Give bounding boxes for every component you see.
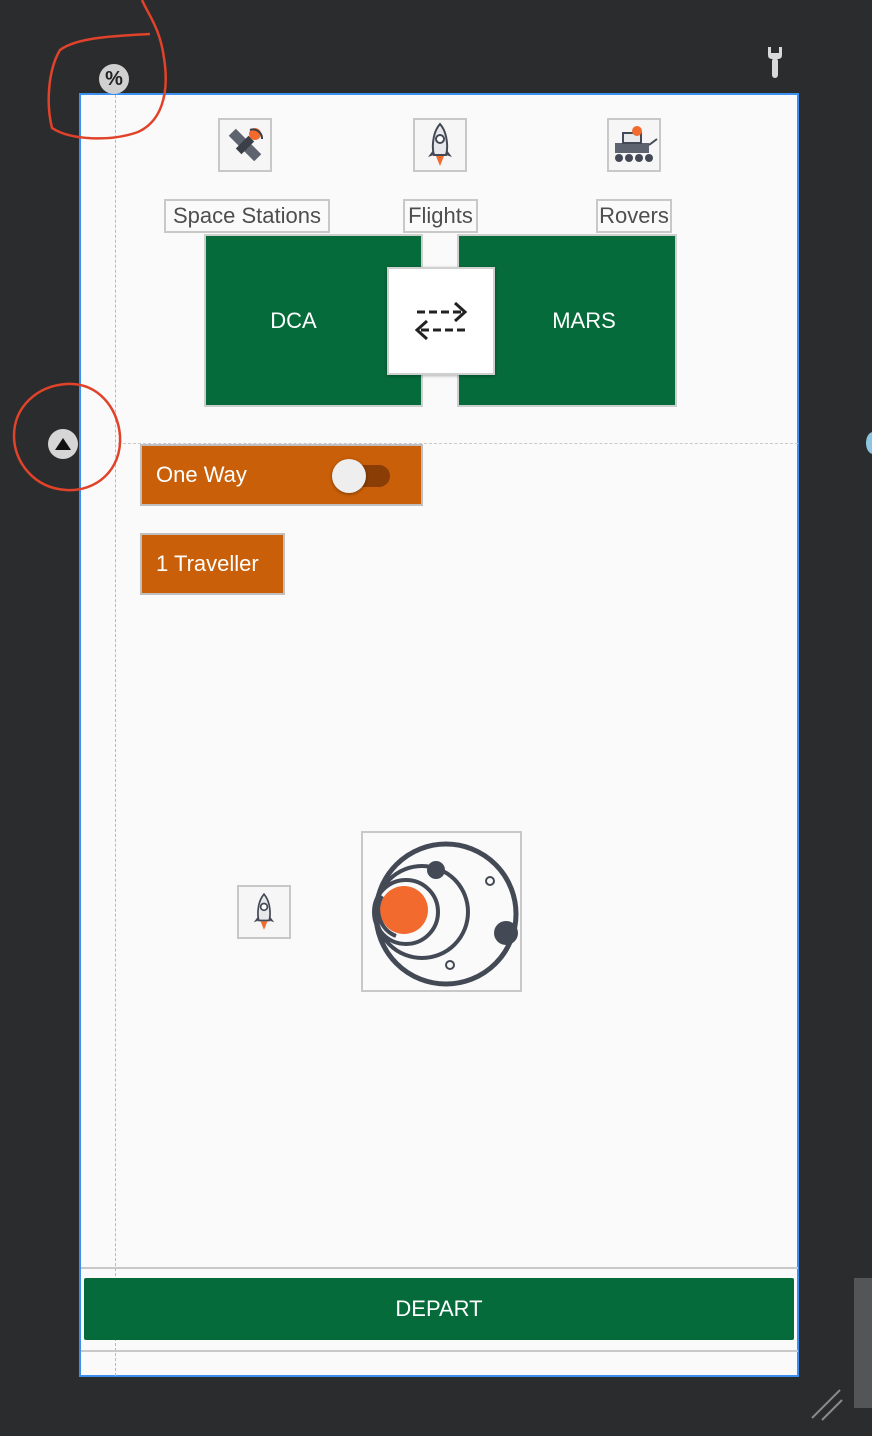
flights-icon-button[interactable] [413, 118, 467, 172]
depart-label: DEPART [395, 1296, 483, 1321]
destination-code: MARS [552, 307, 616, 333]
one-way-switch[interactable] [332, 459, 366, 493]
orbit-icon [371, 841, 518, 986]
one-way-label: One Way [156, 462, 247, 487]
one-way-toggle-row[interactable]: One Way [140, 444, 423, 506]
arrow-up-icon [55, 438, 71, 450]
rovers-icon-button[interactable] [607, 118, 661, 172]
tab-space-stations[interactable]: Space Stations [164, 199, 330, 233]
resize-grip-icon[interactable] [806, 1384, 846, 1424]
tab-flights[interactable]: Flights [403, 199, 478, 233]
planet-system-image [361, 831, 522, 992]
rocket-icon [253, 892, 275, 930]
vertical-guideline [115, 70, 116, 1376]
travellers-button[interactable]: 1 Traveller [140, 533, 285, 595]
edge-handle[interactable] [866, 432, 872, 454]
origin-code: DCA [270, 307, 317, 333]
rover-icon [615, 126, 658, 162]
rocket-icon [428, 122, 452, 166]
swap-arrows-icon [414, 301, 468, 341]
swap-route-button[interactable] [387, 267, 495, 375]
tab-rovers[interactable]: Rovers [596, 199, 672, 233]
wrench-icon[interactable] [760, 45, 790, 81]
rocket-image [237, 885, 291, 939]
scrollbar[interactable] [854, 1278, 872, 1408]
depart-button[interactable]: DEPART [84, 1278, 794, 1340]
percent-guideline-handle[interactable]: % [99, 64, 129, 94]
satellite-icon [228, 128, 263, 162]
guideline-arrow-handle[interactable] [48, 429, 78, 459]
travellers-label: 1 Traveller [156, 551, 259, 576]
space-stations-icon-button[interactable] [218, 118, 272, 172]
